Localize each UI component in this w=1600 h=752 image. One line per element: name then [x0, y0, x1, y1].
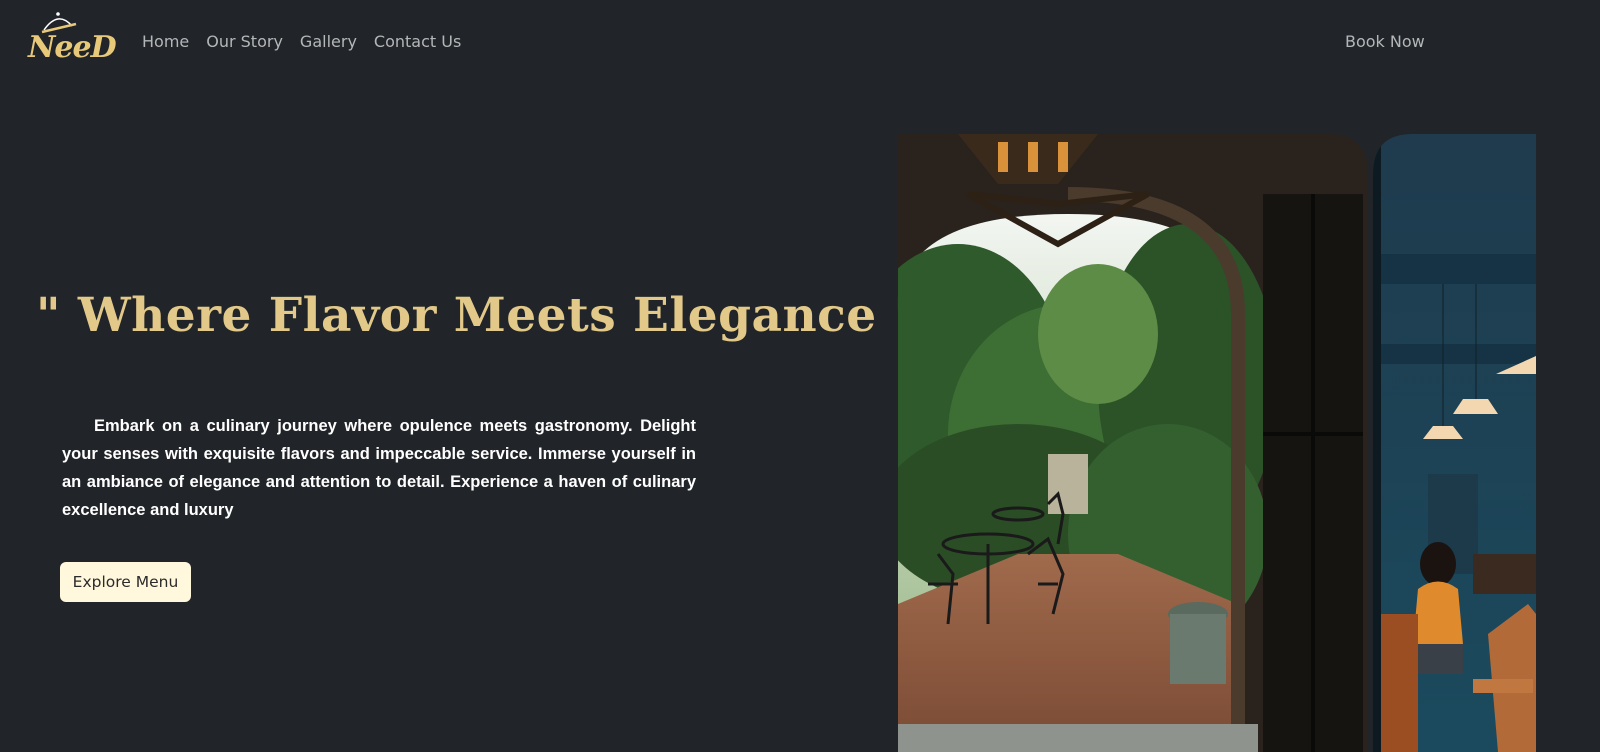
- nav-link-gallery[interactable]: Gallery: [300, 32, 357, 51]
- nav-links: Home Our Story Gallery Contact Us: [142, 32, 461, 51]
- hero-headline: " Where Flavor Meets Elegance ": [36, 288, 919, 343]
- hero-description: Embark on a culinary journey where opule…: [62, 417, 696, 519]
- brand-logo[interactable]: NeeD: [26, 8, 117, 70]
- logo-text: NeeD: [28, 30, 117, 65]
- nav-link-home[interactable]: Home: [142, 32, 189, 51]
- restaurant-photo: [898, 134, 1536, 752]
- nav-link-our-story[interactable]: Our Story: [206, 32, 283, 51]
- book-now-link[interactable]: Book Now: [1345, 32, 1425, 51]
- explore-menu-button[interactable]: Explore Menu: [60, 562, 191, 602]
- nav-link-contact-us[interactable]: Contact Us: [374, 32, 461, 51]
- navbar: NeeD Home Our Story Gallery Contact Us B…: [0, 0, 1600, 86]
